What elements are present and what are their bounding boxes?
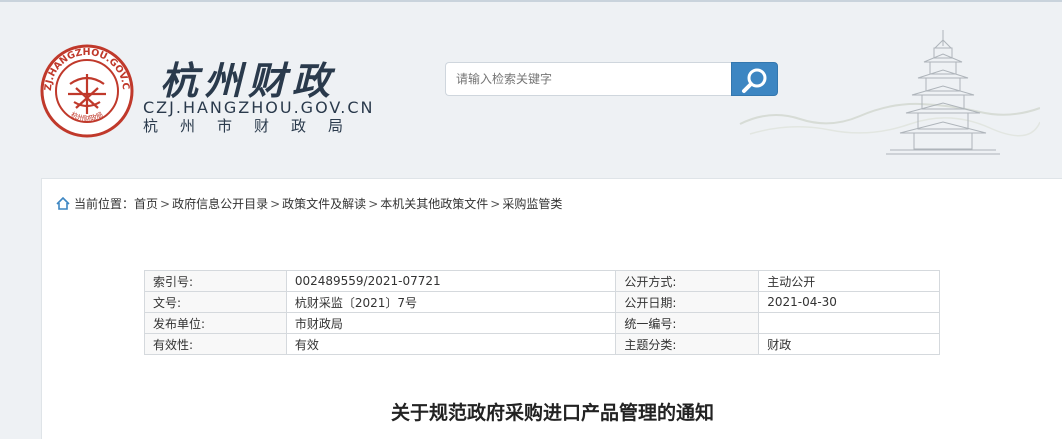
- header-top-border: [0, 0, 1062, 2]
- breadcrumb-prefix: 当前位置：: [74, 197, 135, 211]
- breadcrumb-separator: >: [160, 196, 171, 211]
- meta-value-validity: 有效: [285, 333, 617, 355]
- main-content-panel: 当前位置： 首页 > 政府信息公开目录 > 政策文件及解读 > 本机关其他政策文…: [41, 178, 1062, 439]
- breadcrumb-separator: >: [490, 196, 501, 211]
- breadcrumb-item-policy-docs[interactable]: 政策文件及解读: [282, 195, 366, 212]
- breadcrumb: 当前位置： 首页 > 政府信息公开目录 > 政策文件及解读 > 本机关其他政策文…: [56, 195, 562, 212]
- meta-value-disclosure-method: 主动公开: [758, 270, 940, 292]
- document-title: 关于规范政府采购进口产品管理的通知: [390, 402, 714, 424]
- meta-value-publish-date: 2021-04-30: [758, 291, 940, 313]
- meta-key-disclosure-method: 公开方式:: [615, 270, 760, 292]
- table-row: 文号: 杭财采监〔2021〕7号 公开日期: 2021-04-30: [144, 291, 940, 313]
- meta-key-publish-date: 公开日期:: [615, 291, 760, 313]
- search-input[interactable]: [445, 62, 731, 96]
- meta-key-validity: 有效性:: [144, 333, 287, 355]
- document-meta-table: 索引号: 002489559/2021-07721 公开方式: 主动公开 文号:…: [144, 270, 940, 355]
- pagoda-illustration: [739, 30, 1040, 155]
- meta-key-unified-number: 统一编号:: [615, 312, 760, 334]
- site-title: 杭州财政: [160, 58, 337, 103]
- breadcrumb-item-other-docs[interactable]: 本机关其他政策文件: [380, 195, 488, 212]
- table-row: 有效性: 有效 主题分类: 财政: [144, 333, 940, 355]
- meta-key-topic: 主题分类:: [615, 333, 760, 355]
- breadcrumb-item-procurement[interactable]: 采购监管类: [502, 195, 562, 212]
- breadcrumb-item-gov-info[interactable]: 政府信息公开目录: [172, 195, 268, 212]
- site-subtitle: 杭州市财政局: [143, 117, 366, 135]
- meta-value-topic: 财政: [758, 333, 940, 355]
- meta-value-unified-number: [758, 312, 940, 334]
- meta-key-issuer: 发布单位:: [144, 312, 287, 334]
- hangzhou-finance-seal-logo[interactable]: CZJ.HANGZHOU.GOV.CN 杭州财政局: [40, 44, 134, 138]
- meta-key-doc-number: 文号:: [144, 291, 287, 313]
- breadcrumb-separator: >: [270, 196, 281, 211]
- meta-value-doc-number: 杭财采监〔2021〕7号: [285, 291, 617, 313]
- table-row: 发布单位: 市财政局 统一编号:: [144, 312, 940, 334]
- table-row: 索引号: 002489559/2021-07721 公开方式: 主动公开: [144, 270, 940, 292]
- site-header: CZJ.HANGZHOU.GOV.CN 杭州财政局 杭州财政 CZJ.HANGZ…: [0, 0, 1062, 178]
- meta-value-index: 002489559/2021-07721: [285, 270, 617, 292]
- meta-value-issuer: 市财政局: [285, 312, 617, 334]
- home-icon: [56, 197, 70, 210]
- breadcrumb-item-home[interactable]: 首页: [134, 195, 158, 212]
- breadcrumb-separator: >: [368, 196, 379, 211]
- meta-key-index: 索引号:: [144, 270, 287, 292]
